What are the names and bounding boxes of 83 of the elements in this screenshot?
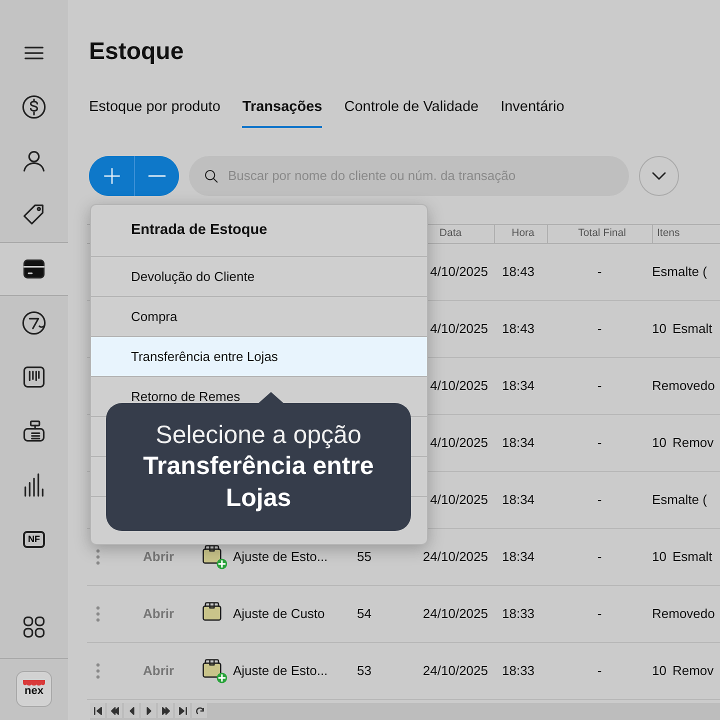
pager-button[interactable]: [90, 703, 105, 718]
total-cell: -: [597, 264, 602, 279]
pager-button[interactable]: [158, 703, 173, 718]
tab[interactable]: Estoque por produto: [89, 96, 220, 128]
disc-icon: [21, 310, 47, 336]
box-add-icon: [202, 658, 228, 684]
dollar-icon: [21, 94, 47, 120]
transaction-number: 54: [357, 606, 372, 621]
date-cell: 4/10/2025: [430, 378, 488, 393]
remove-button[interactable]: [134, 156, 179, 196]
transaction-number: 53: [357, 662, 372, 678]
time-cell: 18:33: [502, 662, 535, 678]
transaction-name: Ajuste de Custo: [233, 604, 325, 623]
next-icon: [144, 706, 154, 716]
date-cell: 4/10/2025: [430, 434, 488, 450]
refresh-icon: [194, 706, 204, 716]
pager-button[interactable]: [175, 703, 190, 718]
first-page-icon: [92, 706, 102, 716]
rewind-icon: [110, 706, 120, 716]
tooltip-text: Selecione a opção Transferência entre Lojas: [142, 420, 375, 514]
total-cell: -: [597, 378, 602, 393]
minus-icon: [148, 174, 166, 178]
barcode-icon: [21, 364, 47, 390]
transaction-name: Ajuste de Esto...: [233, 548, 328, 566]
user-icon: [21, 148, 47, 174]
quantity-cell-text: 10: [652, 548, 666, 566]
pager-button[interactable]: [141, 703, 156, 718]
transaction-name: Ajuste de Esto...: [233, 662, 328, 680]
items-cell-text: Esmalte (: [652, 262, 707, 281]
items-cell-text: Esmalt: [672, 320, 712, 338]
time-cell: 18:34: [502, 492, 535, 507]
items-cell-text: Esmalt: [672, 548, 712, 566]
logo[interactable]: nex: [16, 670, 52, 706]
total-cell: -: [597, 662, 602, 678]
column-header: Hora: [494, 224, 547, 243]
fast-forward-icon: [160, 706, 170, 716]
tab[interactable]: Transações: [242, 96, 322, 128]
time-cell: 18:34: [502, 378, 535, 393]
date-cell: 4/10/2025: [430, 492, 488, 507]
apps-icon: [21, 614, 47, 640]
column-header: Itens: [652, 224, 720, 243]
items-cell-text: Remov: [672, 434, 714, 452]
menu-title: Entrada de Estoque: [131, 220, 268, 240]
date-cell: 24/10/2025: [422, 662, 488, 678]
menu-item[interactable]: Transferência entre Lojas: [91, 337, 427, 377]
date-cell: 4/10/2025: [430, 264, 488, 279]
sidebar-item[interactable]: [0, 242, 68, 296]
transaction-number: 55: [357, 548, 372, 564]
date-cell: 24/10/2025: [422, 548, 488, 564]
items-cell-text: Removedo: [652, 604, 715, 623]
tab[interactable]: Inventário: [500, 96, 564, 128]
pager-button[interactable]: [124, 703, 139, 718]
menu-item[interactable]: Devolução do Cliente: [91, 257, 427, 297]
time-cell: 18:43: [502, 320, 535, 336]
items-cell-text: Esmalte (: [652, 490, 707, 509]
time-cell: 18:34: [502, 548, 535, 564]
total-cell: -: [597, 434, 602, 450]
total-cell: -: [597, 492, 602, 507]
total-cell: -: [597, 320, 602, 336]
pager-button[interactable]: [192, 703, 207, 718]
chevron-down-icon: [652, 172, 666, 180]
column-header: Total Final: [547, 224, 652, 243]
tab[interactable]: Controle de Validade: [344, 96, 479, 128]
date-cell: 24/10/2025: [422, 606, 488, 621]
invoice-button[interactable]: NF: [0, 512, 68, 566]
box-add-icon: [202, 544, 228, 570]
items-cell-text: Remov: [672, 662, 714, 680]
last-page-icon: [178, 706, 188, 716]
awning-icon: [23, 680, 45, 686]
quantity-cell-text: 10: [652, 320, 666, 338]
cash-register-icon: [21, 418, 47, 444]
items-cell-text: Removedo: [652, 376, 715, 395]
pager-button[interactable]: [107, 703, 122, 718]
page-title: Estoque: [89, 38, 185, 67]
date-cell: 4/10/2025: [430, 320, 488, 336]
quantity-cell-text: 10: [652, 434, 666, 452]
time-cell: 18:33: [502, 606, 535, 621]
time-cell: 18:43: [502, 264, 535, 279]
total-cell: -: [597, 548, 602, 564]
quantity-cell-text: 10: [652, 662, 666, 680]
total-cell: -: [597, 606, 602, 621]
more-icon[interactable]: [95, 548, 101, 566]
time-cell: 18:34: [502, 434, 535, 450]
